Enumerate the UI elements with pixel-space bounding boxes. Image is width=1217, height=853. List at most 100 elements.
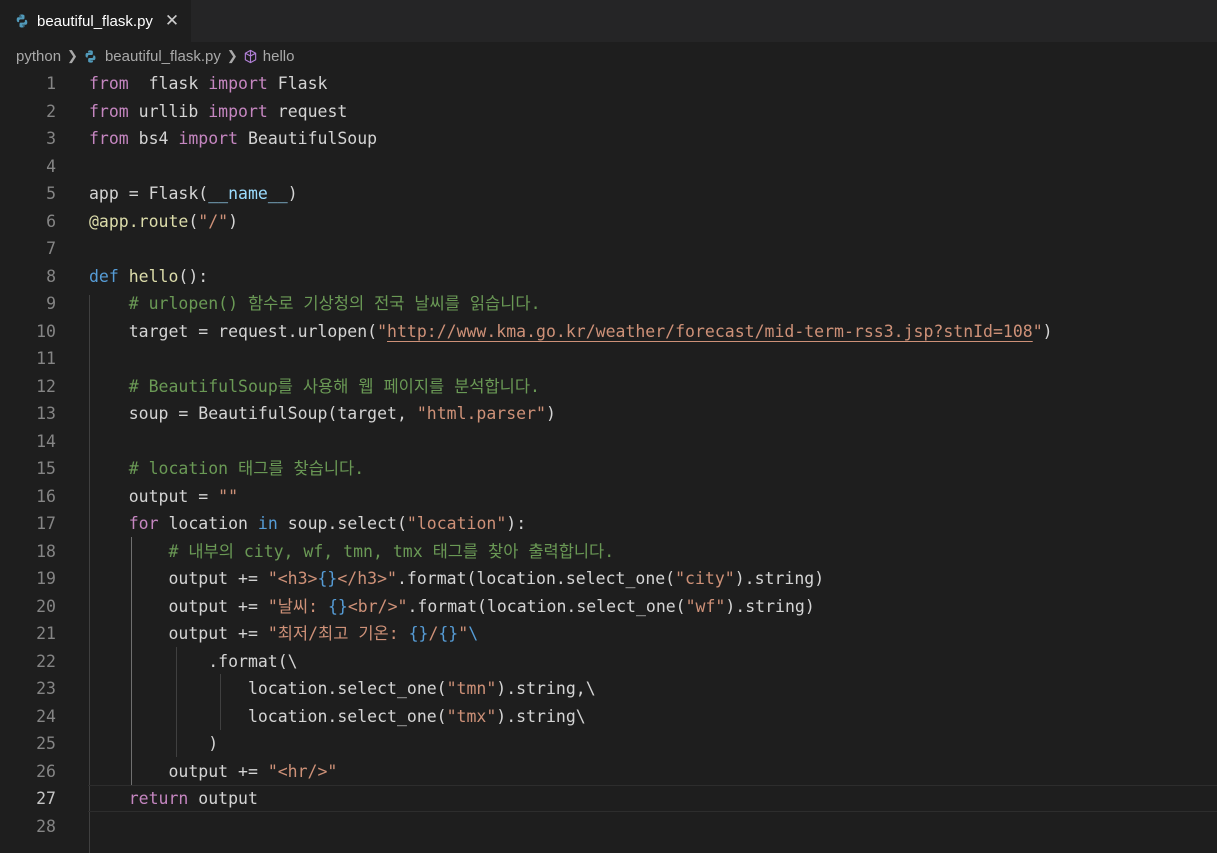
code-line[interactable]: 28 — [0, 813, 1217, 840]
code-token: BeautifulSoup — [238, 129, 378, 148]
code-line[interactable]: 26 output += "<hr/>" — [0, 758, 1217, 785]
line-number: 28 — [36, 816, 56, 836]
code-token: .format(\ — [89, 651, 298, 671]
code-token: bs4 — [128, 129, 179, 148]
code-token: ).string) — [725, 596, 815, 616]
code-line[interactable]: 10 target = request.urlopen("http://www.… — [0, 318, 1217, 345]
code-line[interactable]: 15 # location 태그를 찾습니다. — [0, 455, 1217, 482]
code-line[interactable]: 8 def hello(): — [0, 263, 1217, 290]
line-number: 21 — [36, 624, 56, 643]
tab-beautiful-flask[interactable]: beautiful_flask.py ✕ — [0, 0, 191, 42]
code-line[interactable]: 4 — [0, 153, 1217, 180]
code-token: location.select_one( — [89, 706, 447, 726]
code-text: from bs4 import BeautifulSoup — [89, 125, 377, 152]
code-token: ) — [1042, 321, 1053, 341]
code-line[interactable]: 12 # BeautifulSoup를 사용해 웹 페이지를 분석합니다. — [0, 373, 1217, 400]
code-line[interactable]: 6 @app.route("/") — [0, 208, 1217, 235]
breadcrumb-folder[interactable]: python — [16, 48, 61, 65]
code-line[interactable]: 21 output += "최저/최고 기온: {}/{}"\ — [0, 620, 1217, 647]
code-token: import — [178, 129, 239, 148]
code-text: # urlopen() 함수로 기상청의 전국 날씨를 읽습니다. — [89, 290, 541, 317]
code-line[interactable]: 17 for location in soup.select("location… — [0, 510, 1217, 537]
line-number: 26 — [36, 761, 56, 781]
line-number: 13 — [36, 404, 56, 423]
code-line[interactable]: 7 — [0, 235, 1217, 262]
code-token: http://www.kma.go.kr/weather/forecast/mi… — [387, 321, 1033, 341]
breadcrumb-file[interactable]: beautiful_flask.py — [105, 48, 221, 65]
code-line[interactable]: 14 — [0, 428, 1217, 455]
code-token: ) — [287, 184, 298, 203]
line-number: 27 — [36, 789, 56, 808]
line-number: 2 — [46, 101, 56, 121]
tab-label: beautiful_flask.py — [37, 12, 153, 30]
code-token: import — [208, 101, 268, 121]
chevron-right-icon: ❯ — [226, 48, 238, 63]
chevron-right-icon: ❯ — [67, 48, 78, 63]
code-text: .format(\ — [89, 648, 298, 675]
code-token: ): — [506, 514, 527, 533]
close-icon[interactable]: ✕ — [165, 11, 179, 31]
line-number: 23 — [36, 679, 56, 698]
code-token: location — [158, 514, 258, 533]
code-token: # location 태그를 찾습니다. — [128, 459, 365, 478]
code-line[interactable]: 22 .format(\ — [0, 648, 1217, 675]
code-line[interactable]: 11 — [0, 345, 1217, 372]
line-number: 25 — [36, 734, 56, 753]
code-token: "/" — [198, 211, 229, 231]
code-token: (): — [178, 266, 209, 286]
code-token: target = request.urlopen( — [89, 321, 378, 341]
code-token: "" — [218, 486, 239, 506]
code-token: ) — [89, 734, 219, 753]
code-token: app = Flask( — [89, 184, 209, 203]
code-line[interactable]: 5 app = Flask(__name__) — [0, 180, 1217, 207]
code-text: output += "<hr/>" — [89, 758, 337, 785]
code-token: .format(location.select_one( — [396, 569, 676, 588]
code-token: "<h3> — [267, 569, 318, 588]
code-text: from urllib import request — [89, 98, 347, 125]
code-token: {} — [327, 596, 348, 616]
code-text: return output — [89, 785, 258, 812]
code-token: ) — [545, 404, 556, 423]
code-token: .format(location.select_one( — [407, 596, 686, 616]
code-token: # urlopen() 함수로 기상청의 전국 날씨를 읽습니다. — [128, 294, 541, 313]
code-token: hello — [128, 266, 179, 286]
code-text: # location 태그를 찾습니다. — [89, 455, 364, 482]
code-token: " — [458, 624, 469, 643]
code-line[interactable]: 25 ) — [0, 730, 1217, 757]
code-text: # BeautifulSoup를 사용해 웹 페이지를 분석합니다. — [89, 373, 540, 400]
code-line[interactable]: 13 soup = BeautifulSoup(target, "html.pa… — [0, 400, 1217, 427]
code-line[interactable]: 2 from urllib import request — [0, 98, 1217, 125]
code-token: "html.parser" — [416, 404, 546, 423]
code-token: "날씨: — [267, 596, 328, 616]
code-line[interactable]: 1 from flask import Flask — [0, 70, 1217, 97]
code-line[interactable]: 19 output += "<h3>{}</h3>".format(locati… — [0, 565, 1217, 592]
code-line[interactable]: 9 # urlopen() 함수로 기상청의 전국 날씨를 읽습니다. — [0, 290, 1217, 317]
line-number: 10 — [36, 321, 56, 341]
code-line[interactable]: 3 from bs4 import BeautifulSoup — [0, 125, 1217, 152]
code-editor[interactable]: 1 from flask import Flask 2 from urllib imp… — [0, 70, 1217, 853]
code-token: ).string) — [734, 569, 825, 588]
line-number: 14 — [36, 431, 56, 451]
line-number: 12 — [36, 376, 56, 396]
code-token: ).string,\ — [496, 679, 596, 698]
tab-bar: beautiful_flask.py ✕ — [0, 0, 1217, 42]
code-line[interactable]: 27 return output — [0, 785, 1217, 812]
code-token: output = — [89, 486, 219, 506]
line-number: 19 — [36, 569, 56, 588]
code-token: from — [89, 74, 129, 93]
breadcrumb-symbol[interactable]: hello — [263, 48, 295, 65]
code-token: @app.route — [89, 211, 189, 231]
line-number: 3 — [46, 129, 56, 148]
code-line[interactable]: 20 output += "날씨: {}<br/>".format(locati… — [0, 593, 1217, 620]
code-line[interactable]: 24 location.select_one("tmx").string\ — [0, 703, 1217, 730]
code-token: ) — [228, 211, 239, 231]
line-number: 11 — [36, 349, 56, 368]
code-token: soup = BeautifulSoup(target, — [89, 404, 417, 423]
code-line[interactable]: 16 output = "" — [0, 483, 1217, 510]
code-token: "wf" — [685, 596, 726, 616]
code-line[interactable]: 23 location.select_one("tmn").string,\ — [0, 675, 1217, 702]
code-line[interactable]: 18 # 내부의 city, wf, tmn, tmx 태그를 찾아 출력합니다… — [0, 538, 1217, 565]
